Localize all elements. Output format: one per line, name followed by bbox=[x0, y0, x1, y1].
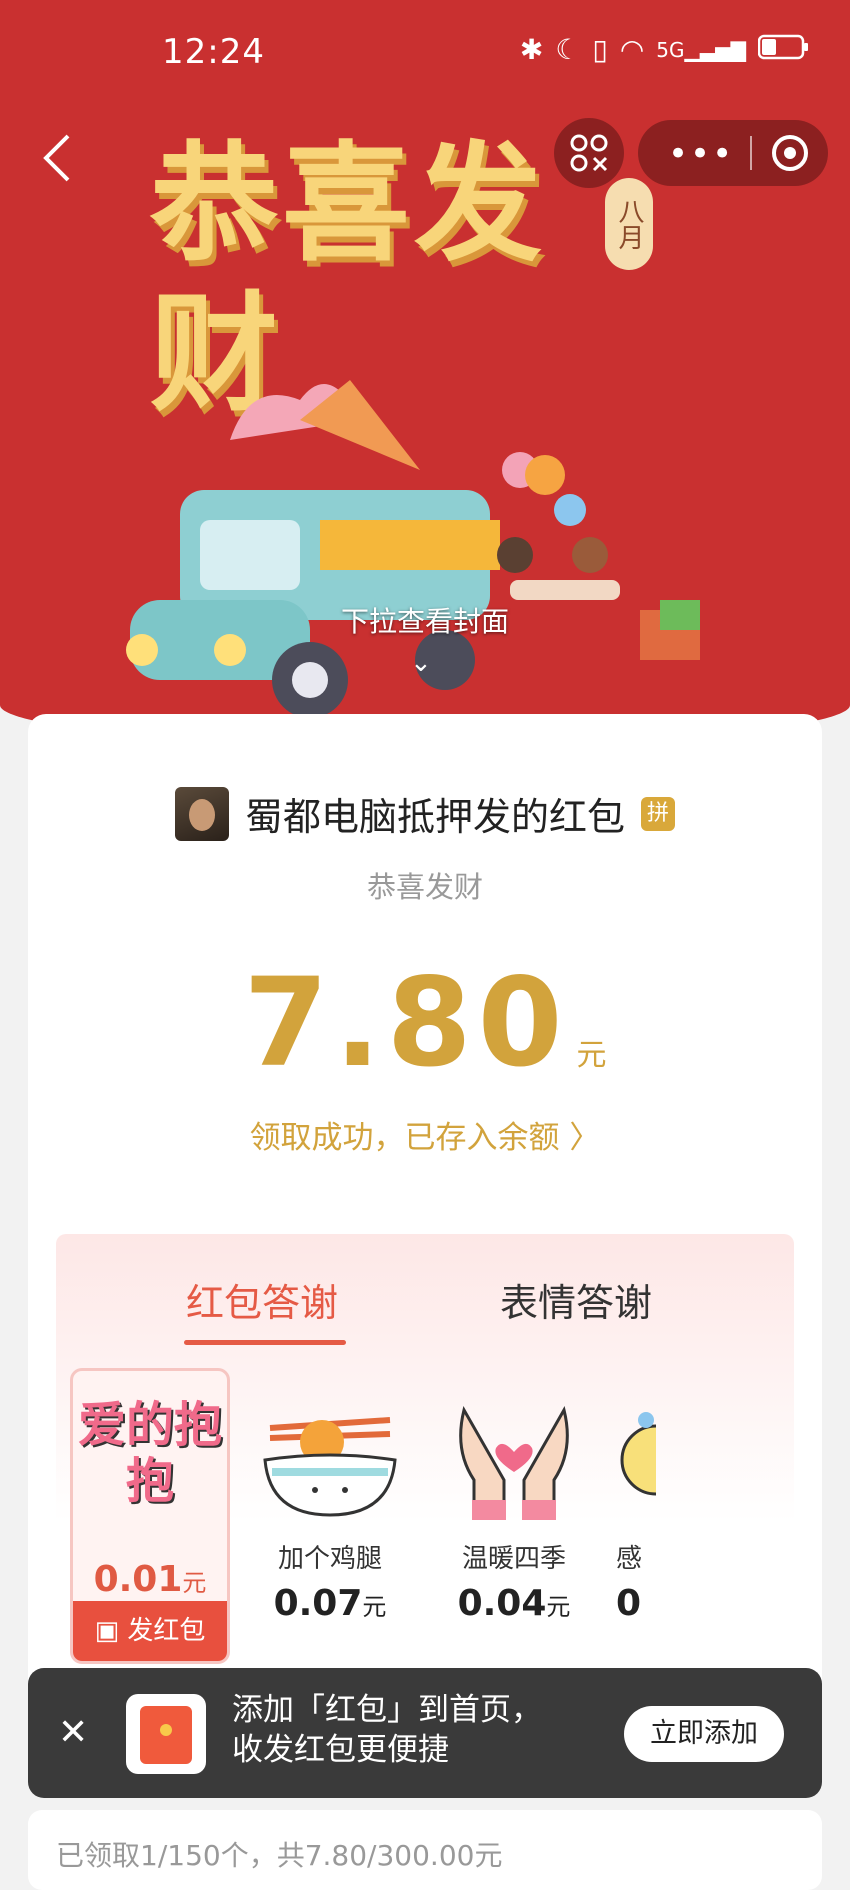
sticker-art-hug: 爱的抱抱 bbox=[77, 1397, 222, 1509]
heart-hands-icon bbox=[459, 1406, 569, 1522]
amount-row: 7.80 元 bbox=[28, 952, 822, 1094]
sender-row: 蜀都电脑抵押发的红包 拼 bbox=[28, 786, 822, 841]
price-value: 0.04 bbox=[457, 1583, 547, 1624]
add-now-button[interactable]: 立即添加 bbox=[624, 1706, 784, 1762]
sticker-item-chicken-leg[interactable]: 加个鸡腿 0.07元 bbox=[250, 1368, 410, 1624]
pull-hint: 下拉查看封面 bbox=[340, 605, 509, 638]
send-red-packet-button[interactable]: ▣ 发红包 bbox=[73, 1601, 227, 1661]
avatar bbox=[174, 786, 229, 841]
gift-icon: ▣ bbox=[94, 1616, 128, 1646]
sticker-label: 温暖四季 bbox=[461, 1544, 566, 1574]
close-icon[interactable]: ✕ bbox=[58, 1712, 88, 1753]
rice-bowl-icon bbox=[263, 1417, 397, 1517]
blessing-text: 恭喜发财 bbox=[366, 870, 483, 904]
toast-message: 添加「红包」到首页，收发红包更便捷 bbox=[232, 1692, 542, 1768]
envelope-icon bbox=[140, 1706, 192, 1764]
amount-unit: 元 bbox=[576, 1038, 607, 1073]
red-packet-card: 蜀都电脑抵押发的红包 拼 恭喜发财 7.80 元 领取成功，已存入余额 〉 红包答… bbox=[28, 714, 822, 1714]
sticker-item-warm-seasons[interactable]: 温暖四季 0.04元 bbox=[434, 1368, 594, 1624]
sticker-partial-icon bbox=[620, 1412, 692, 1496]
tab-sticker-thanks[interactable]: 表情答谢 bbox=[500, 1272, 652, 1327]
chevron-down-icon: ⌄ bbox=[410, 648, 432, 678]
sticker-label: 感 bbox=[616, 1544, 643, 1574]
price-unit: 元 bbox=[362, 1593, 387, 1621]
sender-name: 蜀都电脑抵押发的红包 bbox=[244, 795, 625, 839]
sticker-price: 0.01元 bbox=[73, 1559, 227, 1600]
sticker-price: 0.04元 bbox=[434, 1583, 594, 1624]
send-button-label: 发红包 bbox=[127, 1616, 206, 1646]
sticker-label: 加个鸡腿 bbox=[277, 1544, 382, 1574]
sticker-item-hug[interactable]: 爱的抱抱 0.01元 ▣ 发红包 bbox=[70, 1368, 230, 1664]
summary-card: 已领取1/150个，共7.80/300.00元 bbox=[28, 1810, 822, 1890]
tab-indicator bbox=[184, 1340, 346, 1345]
tab-red-packet-thanks[interactable]: 红包答谢 bbox=[186, 1272, 338, 1327]
price-value: 0.07 bbox=[273, 1583, 363, 1624]
sticker-item-partial[interactable]: 感 0 bbox=[616, 1368, 692, 1624]
amount-value: 7.80 bbox=[243, 952, 569, 1094]
add-to-home-toast: ✕ 添加「红包」到首页，收发红包更便捷 立即添加 bbox=[28, 1668, 822, 1798]
group-badge: 拼 bbox=[641, 796, 675, 831]
balance-link[interactable]: 领取成功，已存入余额 〉 bbox=[28, 1112, 822, 1157]
red-packet-app-icon bbox=[126, 1694, 206, 1774]
price-unit: 元 bbox=[182, 1569, 207, 1597]
price-value: 0.01 bbox=[93, 1559, 183, 1600]
thanks-panel: 红包答谢 表情答谢 爱的抱抱 0.01元 ▣ 发红包 加个鸡腿 0.07元 温暖… bbox=[56, 1234, 794, 1714]
sticker-price: 0 bbox=[616, 1583, 642, 1624]
claim-summary: 已领取1/150个，共7.80/300.00元 bbox=[56, 1839, 503, 1872]
sticker-price: 0.07元 bbox=[250, 1583, 410, 1624]
price-unit: 元 bbox=[546, 1593, 571, 1621]
